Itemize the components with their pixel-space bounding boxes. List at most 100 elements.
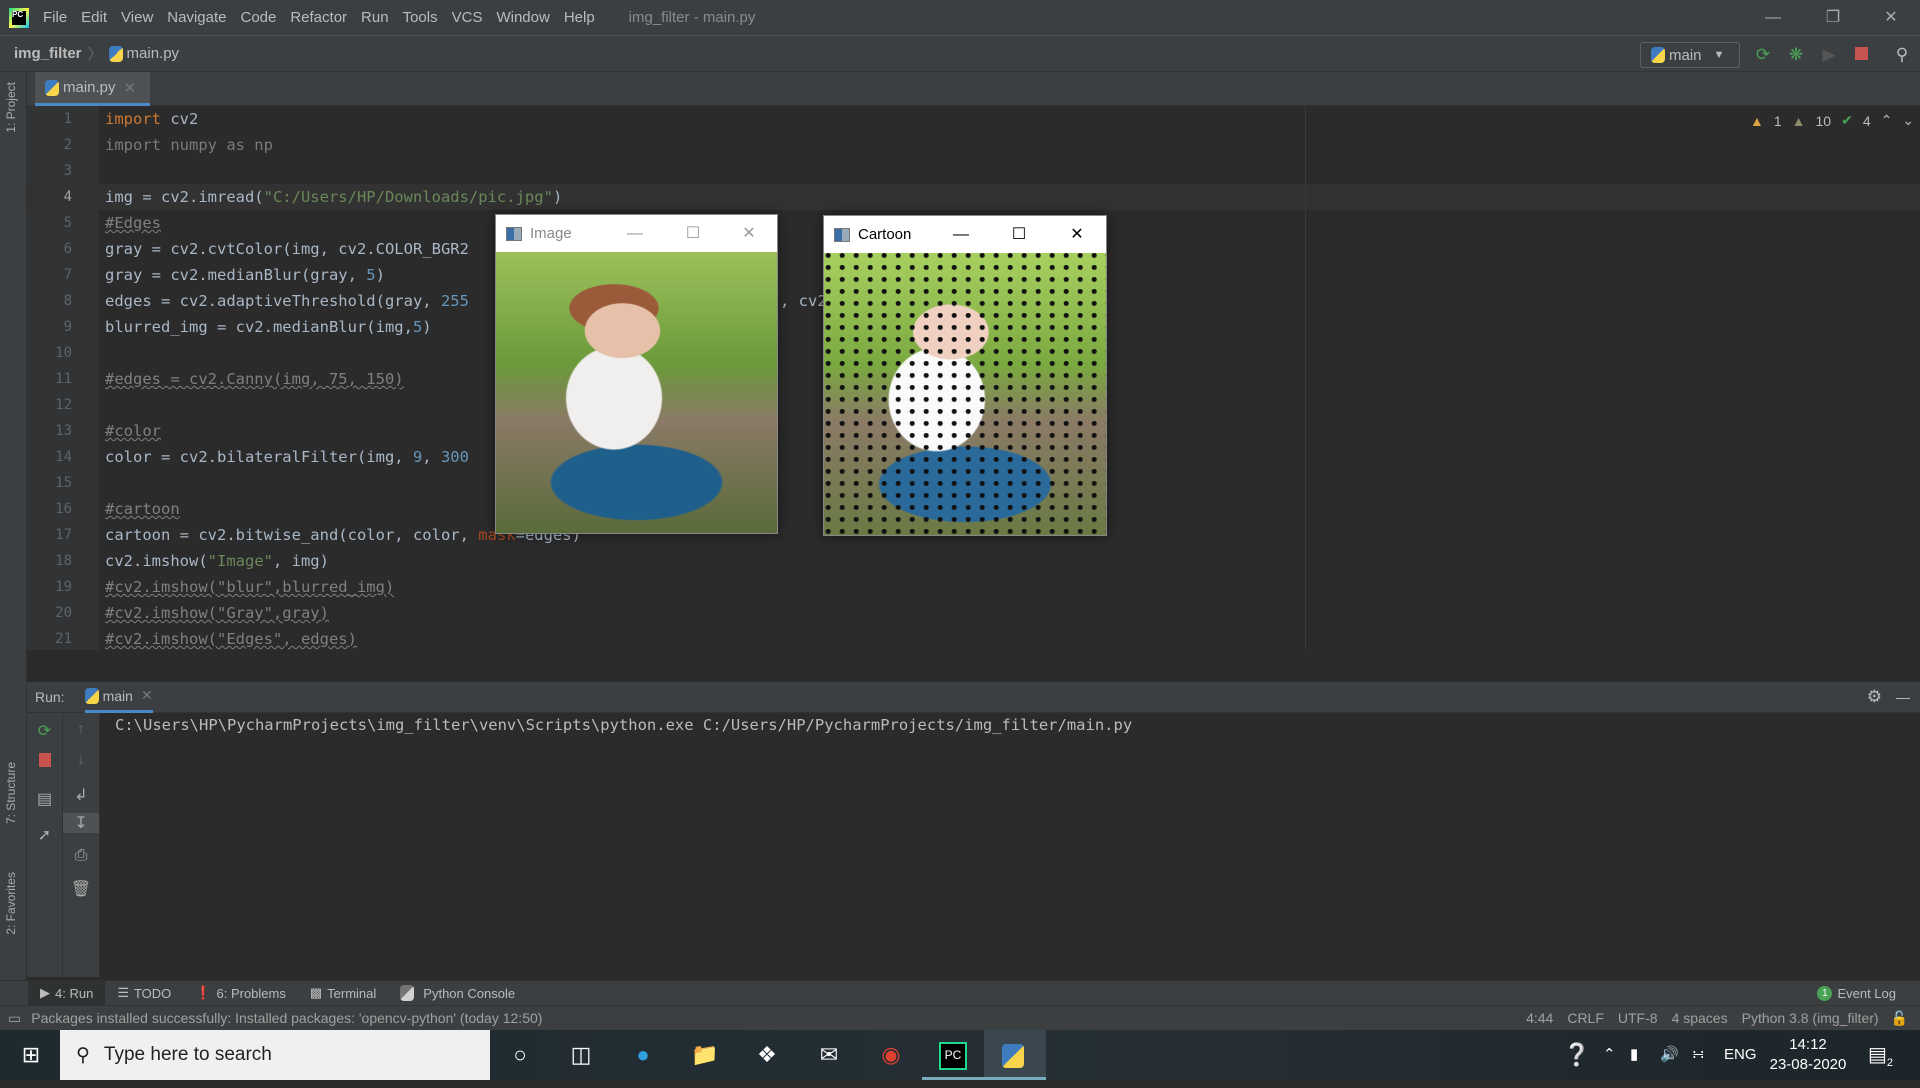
- menu-tools[interactable]: Tools: [403, 9, 438, 26]
- maximize-button[interactable]: ☐: [664, 215, 722, 252]
- tab-main-py[interactable]: main.py ✕: [35, 72, 150, 106]
- hide-panel-icon[interactable]: —: [1896, 689, 1910, 705]
- windows-start-icon[interactable]: ⊞: [0, 1030, 62, 1080]
- notification-center-icon[interactable]: ▤2: [1868, 1030, 1893, 1080]
- stop-icon[interactable]: [1851, 45, 1871, 65]
- show-hidden-icons[interactable]: ⌃: [1603, 1030, 1616, 1080]
- restore-layout-icon[interactable]: ▤: [27, 789, 62, 809]
- pin-tab-icon[interactable]: ➚: [27, 825, 62, 845]
- trash-icon[interactable]: 🗑: [63, 879, 99, 899]
- indent-setting[interactable]: 4 spaces: [1672, 1010, 1728, 1026]
- status-message[interactable]: Packages installed successfully: Install…: [31, 1010, 542, 1026]
- event-log-button[interactable]: 1 Event Log: [1805, 981, 1908, 1006]
- up-arrow-icon[interactable]: ↑: [63, 721, 99, 739]
- battery-icon[interactable]: ▮: [1630, 1030, 1638, 1080]
- tool-python-console[interactable]: Python Console: [388, 981, 527, 1006]
- structure-tool-button[interactable]: 7: Structure: [4, 762, 18, 824]
- project-tool-button[interactable]: 1: Project: [4, 82, 18, 133]
- print-icon[interactable]: ⎙: [63, 847, 99, 865]
- scroll-to-end-icon[interactable]: ↧: [63, 813, 99, 833]
- clock[interactable]: 14:12 23-08-2020: [1768, 1030, 1848, 1080]
- menu-vcs[interactable]: VCS: [452, 9, 483, 26]
- warning-icon: ▲: [1750, 112, 1764, 129]
- menu-view[interactable]: View: [121, 9, 153, 26]
- line-number: 4: [63, 189, 72, 205]
- typo-check-icon: ✔: [1841, 112, 1853, 128]
- chrome-icon[interactable]: ◉: [860, 1030, 922, 1080]
- cortana-icon[interactable]: ○: [489, 1030, 551, 1080]
- weak-warning-count: 10: [1815, 112, 1832, 129]
- menu-file[interactable]: File: [43, 9, 67, 26]
- line-separator[interactable]: CRLF: [1567, 1010, 1604, 1026]
- menu-navigate[interactable]: Navigate: [167, 9, 226, 26]
- tool-run[interactable]: ▶ 4: Run: [28, 980, 106, 1006]
- menu-run[interactable]: Run: [361, 9, 389, 26]
- image-window[interactable]: Image — ☐ ✕: [495, 214, 778, 534]
- dropbox-icon[interactable]: ❖: [736, 1030, 798, 1080]
- line-number: 5: [63, 215, 72, 231]
- down-arrow-icon[interactable]: ↓: [63, 751, 99, 769]
- close-tab-icon[interactable]: ✕: [124, 79, 137, 97]
- editor-tab-bar: main.py ✕: [27, 72, 1920, 106]
- run-configuration-dropdown[interactable]: main ▼: [1640, 42, 1740, 68]
- previous-highlight-icon[interactable]: ⌃: [1881, 112, 1893, 129]
- task-view-icon[interactable]: ◫: [550, 1030, 612, 1080]
- tool-label: 6: Problems: [216, 985, 286, 1001]
- search-everywhere-icon[interactable]: ⚲: [1892, 45, 1912, 65]
- window-app-icon: [506, 226, 522, 241]
- maximize-button[interactable]: ☐: [990, 216, 1048, 253]
- menu-help[interactable]: Help: [564, 9, 595, 26]
- lock-icon[interactable]: 🔓: [1891, 1010, 1908, 1027]
- soft-wrap-icon[interactable]: ↲: [63, 785, 99, 805]
- close-button[interactable]: ✕: [720, 215, 778, 252]
- console-output[interactable]: C:\Users\HP\PycharmProjects\img_filter\v…: [115, 716, 1132, 734]
- minimize-button[interactable]: —: [606, 215, 664, 252]
- terminal-icon: ▩: [309, 985, 323, 1000]
- favorites-tool-button[interactable]: 2: Favorites: [4, 872, 18, 935]
- menu-refactor[interactable]: Refactor: [290, 9, 347, 26]
- python-window-taskbar-icon[interactable]: [984, 1030, 1046, 1080]
- bottom-tool-bar: ▶ 4: Run ☰ TODO ❗ 6: Problems ▩ Terminal Pyt…: [0, 980, 1920, 1006]
- toggle-tool-windows-icon[interactable]: ▭: [8, 1010, 21, 1027]
- tool-todo[interactable]: ☰ TODO: [105, 981, 183, 1006]
- stop-icon[interactable]: [27, 753, 62, 772]
- file-encoding[interactable]: UTF-8: [1618, 1010, 1658, 1026]
- rerun-icon[interactable]: ⟳: [27, 721, 62, 741]
- wifi-icon[interactable]: ∺: [1692, 1030, 1705, 1080]
- run-tab-main[interactable]: main ✕: [84, 682, 153, 713]
- pycharm-taskbar-icon[interactable]: PC: [922, 1030, 984, 1080]
- line-number: 16: [55, 501, 72, 517]
- close-tab-icon[interactable]: ✕: [141, 687, 153, 704]
- run-with-coverage-icon[interactable]: ▶: [1819, 45, 1839, 65]
- rerun-icon[interactable]: ⟳: [1753, 45, 1773, 65]
- python-interpreter[interactable]: Python 3.8 (img_filter): [1742, 1010, 1879, 1026]
- taskbar-search-box[interactable]: ⚲ Type here to search: [60, 1030, 490, 1080]
- menu-code[interactable]: Code: [240, 9, 276, 26]
- image-window-title: Image: [530, 225, 572, 242]
- menu-window[interactable]: Window: [496, 9, 549, 26]
- edge-browser-icon[interactable]: ●: [612, 1030, 674, 1080]
- close-button[interactable]: ✕: [1862, 0, 1920, 36]
- input-language[interactable]: ENG: [1724, 1030, 1757, 1080]
- help-icon[interactable]: ❔: [1563, 1030, 1590, 1080]
- inspection-widget[interactable]: ▲ 1 ▲ 10 ✔ 4 ⌃ ⌄: [1750, 112, 1914, 129]
- cartoon-window[interactable]: Cartoon — ☐ ✕: [823, 215, 1107, 536]
- next-highlight-icon[interactable]: ⌄: [1902, 112, 1914, 129]
- line-number: 1: [63, 111, 72, 127]
- file-explorer-icon[interactable]: 📁: [674, 1030, 736, 1080]
- tool-problems[interactable]: ❗ 6: Problems: [183, 981, 298, 1006]
- tool-terminal[interactable]: ▩ Terminal: [298, 981, 388, 1006]
- restore-button[interactable]: ❐: [1804, 0, 1862, 36]
- minimize-button[interactable]: —: [1744, 0, 1802, 36]
- debug-bug-icon[interactable]: ❋: [1786, 45, 1806, 65]
- code-line: gray = cv2.cvtColor(img, cv2.COLOR_BGR2: [105, 240, 469, 258]
- minimize-button[interactable]: —: [932, 216, 990, 253]
- menu-edit[interactable]: Edit: [81, 9, 107, 26]
- breadcrumb-file[interactable]: main.py: [127, 45, 180, 62]
- mail-icon[interactable]: ✉: [798, 1030, 860, 1080]
- caret-position[interactable]: 4:44: [1526, 1010, 1553, 1026]
- volume-icon[interactable]: 🔊: [1660, 1030, 1679, 1080]
- close-button[interactable]: ✕: [1048, 216, 1106, 253]
- settings-gear-icon[interactable]: ⚙: [1867, 687, 1882, 707]
- breadcrumb-project[interactable]: img_filter: [14, 45, 82, 62]
